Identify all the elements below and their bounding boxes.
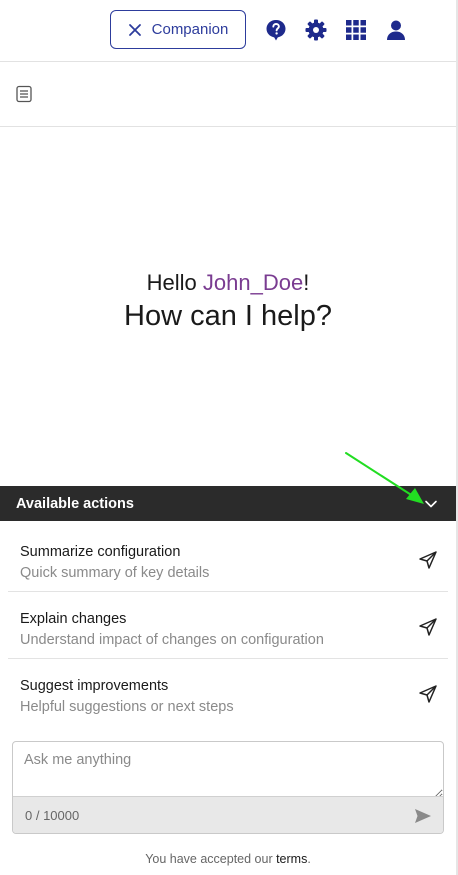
terms-prefix: You have accepted our [145,852,277,866]
action-subtitle: Understand impact of changes on configur… [20,632,324,648]
help-icon[interactable] [264,18,288,42]
chat-footer: 0 / 10000 [13,796,443,833]
action-summarize-configuration[interactable]: Summarize configuration Quick summary of… [8,525,448,592]
send-icon[interactable] [418,617,438,637]
close-icon [128,23,141,36]
action-suggest-improvements[interactable]: Suggest improvements Helpful suggestions… [8,659,448,726]
top-bar: Companion [0,0,456,62]
close-companion-button[interactable]: Companion [110,10,246,49]
secondary-toolbar [0,63,456,127]
chat-input[interactable] [13,742,443,798]
chevron-down-icon[interactable] [424,497,438,511]
action-title: Suggest improvements [20,678,169,694]
greeting-exclaim: ! [303,270,310,295]
send-message-icon[interactable] [413,806,433,826]
companion-label: Companion [151,21,229,38]
chat-composer: 0 / 10000 [12,741,444,834]
action-subtitle: Helpful suggestions or next steps [20,699,234,715]
action-subtitle: Quick summary of key details [20,565,210,581]
greeting-prompt: How can I help? [124,300,332,332]
available-actions-header[interactable]: Available actions [0,486,456,521]
send-icon[interactable] [418,550,438,570]
send-icon[interactable] [418,684,438,704]
action-title: Summarize configuration [20,544,181,560]
apps-grid-icon[interactable] [344,18,368,42]
character-counter: 0 / 10000 [25,808,80,823]
user-icon[interactable] [384,18,408,42]
action-explain-changes[interactable]: Explain changes Understand impact of cha… [8,592,448,659]
greeting-hello: Hello John_Doe! [0,270,456,296]
terms-notice: You have accepted our terms. [0,852,456,866]
action-title: Explain changes [20,611,127,627]
terms-link[interactable]: terms [276,852,307,866]
greeting-hello-text: Hello [146,270,203,295]
gear-icon[interactable] [304,18,328,42]
document-icon[interactable] [15,85,33,103]
terms-suffix: . [307,852,311,866]
greeting: Hello John_Doe! How can I help? [0,270,456,333]
username: John_Doe [202,270,304,295]
available-actions-title: Available actions [16,495,134,512]
